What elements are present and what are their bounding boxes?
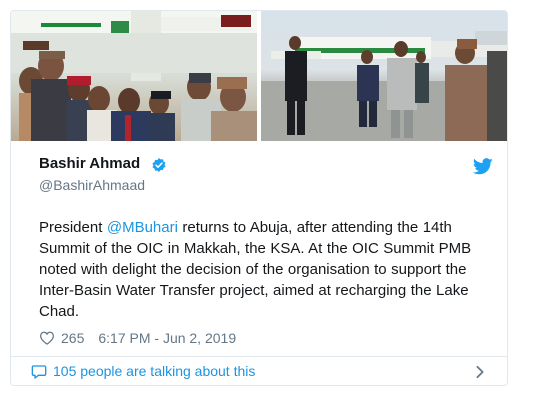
verified-badge-icon — [152, 158, 166, 172]
talking-count-text[interactable]: 105 people are talking about this — [53, 363, 255, 379]
author-name[interactable]: Bashir Ahmad — [39, 155, 140, 172]
tweet-timestamp[interactable]: 6:17 PM - Jun 2, 2019 — [98, 330, 236, 346]
tweet-meta: 265 6:17 PM - Jun 2, 2019 — [39, 329, 236, 347]
embedded-tweet-card[interactable]: Bashir Ahmad @BashirAhmaad President @MB… — [10, 10, 508, 386]
tweet-photos — [11, 11, 507, 141]
tweet-photo-left[interactable] — [11, 11, 257, 141]
speech-bubble-icon — [31, 365, 47, 379]
conversation-link[interactable]: 105 people are talking about this — [11, 357, 507, 385]
twitter-bird-icon[interactable] — [473, 158, 493, 175]
mention-link[interactable]: @MBuhari — [107, 219, 178, 236]
tweet-text: President @MBuhari returns to Abuja, aft… — [39, 217, 494, 322]
chevron-right-icon[interactable] — [475, 365, 485, 379]
tweet-photo-right[interactable] — [261, 11, 507, 141]
tweet-text-start: President — [39, 219, 107, 236]
like-count[interactable]: 265 — [61, 330, 84, 346]
author-handle[interactable]: @BashirAhmaad — [39, 177, 145, 193]
heart-icon[interactable] — [39, 331, 55, 345]
